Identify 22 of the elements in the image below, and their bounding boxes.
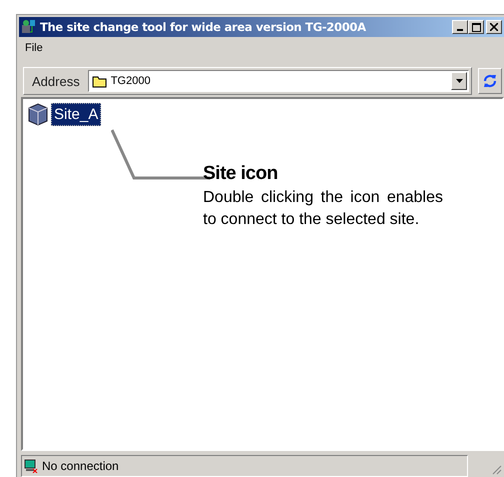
- disconnected-computer-icon: [24, 459, 38, 473]
- status-text: No connection: [42, 459, 119, 473]
- refresh-icon: [482, 73, 498, 89]
- menu-item[interactable]: File: [25, 42, 43, 54]
- network-icon: [21, 19, 37, 35]
- folder-icon: [92, 74, 108, 88]
- callout-text: Double clicking the icon enables to connect to the selected site.: [203, 188, 443, 230]
- close-button[interactable]: [486, 20, 502, 34]
- site-item[interactable]: Site_A: [51, 102, 102, 126]
- dropdown-button[interactable]: [451, 72, 467, 90]
- maximize-button[interactable]: [468, 20, 484, 34]
- close-icon: [490, 23, 498, 31]
- window-title: The site change tool for wide area version TG-2000A: [40, 20, 367, 34]
- refresh-button[interactable]: [478, 68, 502, 94]
- cube-icon: [27, 102, 49, 126]
- maximize-icon: [472, 22, 480, 32]
- resize-grip-icon: [490, 463, 502, 475]
- caret-icon: [456, 79, 462, 83]
- minimize-button[interactable]: [452, 20, 468, 34]
- callout-title: Site icon: [203, 163, 279, 185]
- address-field[interactable]: TG2000: [88, 70, 469, 92]
- address-label: Address: [31, 72, 81, 90]
